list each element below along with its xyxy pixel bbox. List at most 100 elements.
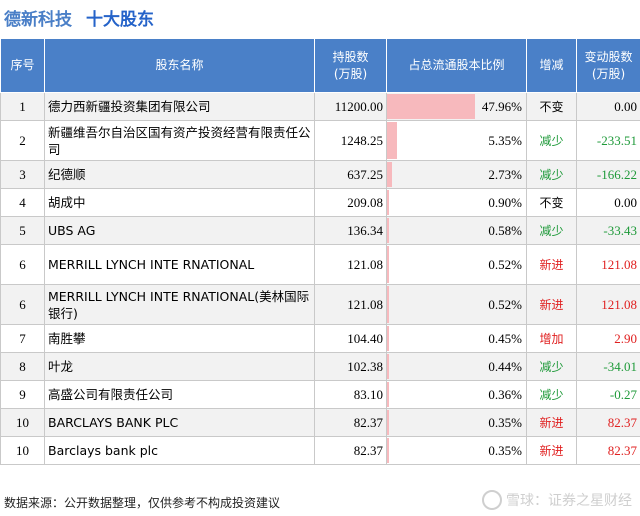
- cell-delta: 2.90: [576, 324, 640, 353]
- cell-delta: -233.51: [576, 120, 640, 161]
- cell-change: 不变: [526, 188, 577, 217]
- cell-no: 8: [0, 352, 45, 381]
- col-header-ratio: 占总流通股本比例: [386, 38, 527, 93]
- cell-change: 增加: [526, 324, 577, 353]
- cell-shares: 82.37: [314, 408, 387, 437]
- ratio-bar: [387, 162, 392, 187]
- table-header-row: 序号 股东名称 持股数 (万股) 占总流通股本比例 增减 变动股数 (万股): [0, 38, 640, 93]
- cell-ratio: 0.44%: [386, 352, 527, 381]
- cell-name: 南胜攀: [44, 324, 315, 353]
- ratio-value: 47.96%: [481, 98, 522, 114]
- table-row: 6 MERRILL LYNCH INTE RNATIONAL 121.08 0.52%…: [0, 244, 640, 285]
- table-row: 10 BARCLAYS BANK PLC 82.37 0.35% 新进 82.37: [0, 408, 640, 437]
- page-title: 十大股东: [86, 9, 154, 30]
- table-body: 1 德力西新疆投资集团有限公司 11200.00 47.96% 不变 0.00 2 新疆维吾尔…: [0, 92, 640, 465]
- cell-ratio: 2.73%: [386, 160, 527, 189]
- col-header-no: 序号: [0, 38, 45, 93]
- ratio-bar: [387, 94, 475, 119]
- table-row: 7 南胜攀 104.40 0.45% 增加 2.90: [0, 324, 640, 353]
- cell-change: 减少: [526, 160, 577, 189]
- cell-ratio: 0.35%: [386, 408, 527, 437]
- cell-change: 减少: [526, 216, 577, 245]
- cell-name: 新疆维吾尔自治区国有资产投资经营有限责任公司: [44, 120, 315, 161]
- ratio-value: 2.73%: [488, 166, 522, 182]
- cell-shares: 121.08: [314, 244, 387, 285]
- table-row: 5 UBS AG 136.34 0.58% 减少 -33.43: [0, 216, 640, 245]
- cell-delta: -166.22: [576, 160, 640, 189]
- cell-change: 新进: [526, 436, 577, 465]
- table-row: 9 高盛公司有限责任公司 83.10 0.36% 减少 -0.27: [0, 380, 640, 409]
- table-row: 8 叶龙 102.38 0.44% 减少 -34.01: [0, 352, 640, 381]
- cell-delta: 121.08: [576, 244, 640, 285]
- cell-shares: 121.08: [314, 284, 387, 325]
- cell-name: 高盛公司有限责任公司: [44, 380, 315, 409]
- cell-delta: 0.00: [576, 188, 640, 217]
- cell-shares: 11200.00: [314, 92, 387, 121]
- cell-name: BARCLAYS BANK PLC: [44, 408, 315, 437]
- ratio-bar: [387, 382, 389, 407]
- cell-delta: -33.43: [576, 216, 640, 245]
- cell-no: 4: [0, 188, 45, 217]
- cell-change: 新进: [526, 408, 577, 437]
- ratio-bar: [387, 122, 397, 159]
- col-header-name: 股东名称: [44, 38, 315, 93]
- col-header-change: 增减: [526, 38, 577, 93]
- ratio-bar: [387, 410, 389, 435]
- cell-no: 9: [0, 380, 45, 409]
- cell-ratio: 0.52%: [386, 284, 527, 325]
- col-header-shares: 持股数 (万股): [314, 38, 387, 93]
- cell-shares: 104.40: [314, 324, 387, 353]
- cell-change: 新进: [526, 244, 577, 285]
- ratio-value: 0.45%: [488, 330, 522, 346]
- ratio-bar: [387, 190, 389, 215]
- ratio-value: 0.35%: [488, 414, 522, 430]
- ratio-bar: [387, 438, 389, 463]
- cell-no: 6: [0, 284, 45, 325]
- cell-no: 5: [0, 216, 45, 245]
- cell-name: 纪德顺: [44, 160, 315, 189]
- cell-name: MERRILL LYNCH INTE RNATIONAL(美林国际银行): [44, 284, 315, 325]
- ratio-bar: [387, 354, 389, 379]
- cell-delta: 82.37: [576, 436, 640, 465]
- cell-ratio: 0.45%: [386, 324, 527, 353]
- ratio-bar: [387, 326, 389, 351]
- ratio-bar: [387, 218, 389, 243]
- col-header-delta: 变动股数 (万股): [576, 38, 640, 93]
- cell-delta: 82.37: [576, 408, 640, 437]
- col-header-delta-label: 变动股数 (万股): [584, 49, 633, 81]
- cell-no: 10: [0, 408, 45, 437]
- cell-name: UBS AG: [44, 216, 315, 245]
- cell-ratio: 0.58%: [386, 216, 527, 245]
- table-row: 2 新疆维吾尔自治区国有资产投资经营有限责任公司 1248.25 5.35% 减少 -23…: [0, 120, 640, 161]
- cell-ratio: 5.35%: [386, 120, 527, 161]
- cell-ratio: 0.35%: [386, 436, 527, 465]
- cell-shares: 83.10: [314, 380, 387, 409]
- cell-no: 2: [0, 120, 45, 161]
- cell-name: Barclays bank plc: [44, 436, 315, 465]
- snowball-icon: [482, 490, 502, 510]
- table-row: 6 MERRILL LYNCH INTE RNATIONAL(美林国际银行) 121…: [0, 284, 640, 325]
- cell-shares: 136.34: [314, 216, 387, 245]
- cell-delta: 0.00: [576, 92, 640, 121]
- cell-ratio: 0.90%: [386, 188, 527, 217]
- cell-name: 叶龙: [44, 352, 315, 381]
- ratio-bar: [387, 286, 389, 323]
- ratio-value: 0.35%: [488, 442, 522, 458]
- ratio-value: 0.58%: [488, 222, 522, 238]
- shareholders-table: 序号 股东名称 持股数 (万股) 占总流通股本比例 增减 变动股数 (万股) 1…: [0, 38, 640, 465]
- cell-ratio: 0.36%: [386, 380, 527, 409]
- table-row: 4 胡成中 209.08 0.90% 不变 0.00: [0, 188, 640, 217]
- table-row: 3 纪德顺 637.25 2.73% 减少 -166.22: [0, 160, 640, 189]
- watermark-logo-text: 雪球：证券之星财经: [506, 493, 632, 509]
- cell-no: 3: [0, 160, 45, 189]
- ratio-bar: [387, 246, 389, 283]
- cell-no: 7: [0, 324, 45, 353]
- cell-name: 胡成中: [44, 188, 315, 217]
- cell-change: 新进: [526, 284, 577, 325]
- cell-name: 德力西新疆投资集团有限公司: [44, 92, 315, 121]
- col-header-shares-label: 持股数 (万股): [332, 49, 369, 81]
- cell-change: 减少: [526, 352, 577, 381]
- cell-no: 6: [0, 244, 45, 285]
- cell-change: 减少: [526, 380, 577, 409]
- cell-shares: 102.38: [314, 352, 387, 381]
